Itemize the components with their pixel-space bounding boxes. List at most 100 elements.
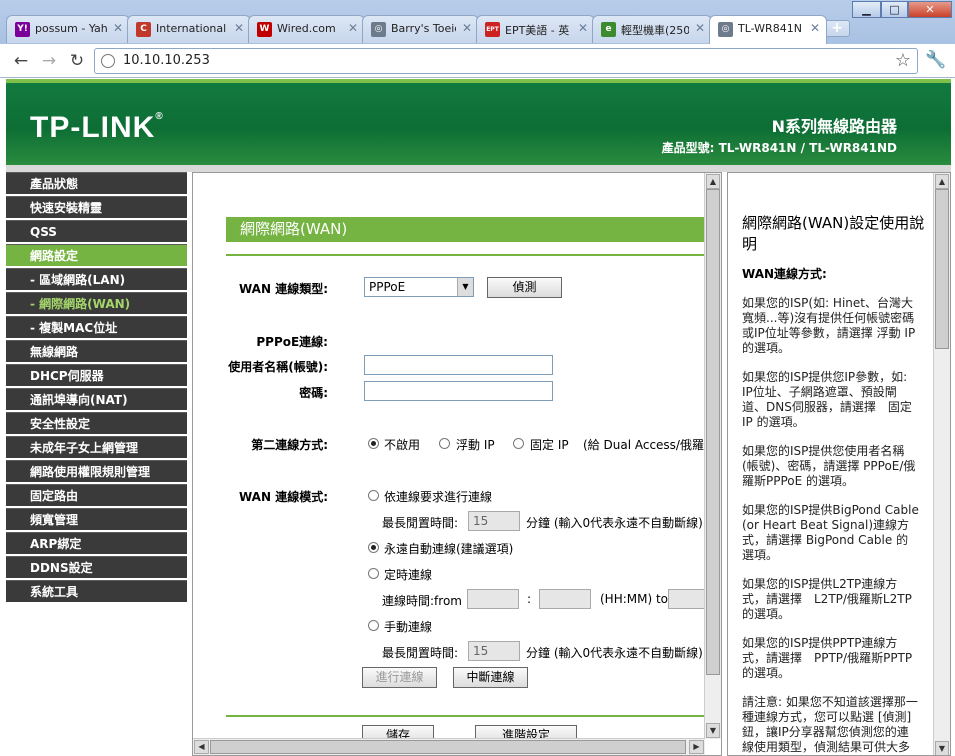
help-paragraph: 請注意: 如果您不知道該選擇那一種連線方式，您可以點選 [偵測] 鈕，讓IP分享…: [742, 695, 918, 754]
back-arrow-icon[interactable]: ←: [10, 50, 32, 72]
help-paragraph: 如果您的ISP(如: Hinet、台灣大寬頻...等)沒有提供任何帳號密碼或IP…: [742, 296, 916, 355]
chevron-down-icon: ▼: [457, 278, 473, 296]
close-tab-icon[interactable]: ✕: [234, 21, 244, 35]
secondary-dynamic-radio[interactable]: [439, 438, 450, 449]
sidebar-item[interactable]: 產品狀態: [6, 172, 187, 194]
sidebar-item[interactable]: 快速安裝精靈: [6, 196, 187, 218]
sidebar-item[interactable]: 通訊埠導向(NAT): [6, 388, 187, 410]
browser-tab[interactable]: Y! possum - Yaho ✕: [6, 15, 130, 43]
tab-title: International N: [156, 22, 228, 35]
bookmark-star-icon[interactable]: ☆: [895, 50, 911, 71]
max-idle-label: 最長閒置時間:: [382, 516, 459, 530]
scroll-left-icon[interactable]: ◀: [194, 740, 209, 754]
close-window-button[interactable]: ✕: [908, 1, 952, 18]
tab-title: EPT美語 - 英: [505, 24, 570, 37]
max-idle-field-on-demand[interactable]: 15: [468, 511, 520, 531]
help-scroll-up-icon[interactable]: ▲: [935, 174, 949, 189]
header-banner: TP-LINK® N系列無線路由器 產品型號: TL-WR841N / TL-W…: [6, 79, 951, 165]
address-bar[interactable]: 10.10.10.253 ☆: [94, 48, 918, 74]
tab-title: 輕型機車(250: [621, 24, 689, 37]
content-horizontal-scrollbar[interactable]: ◀ ▶: [193, 738, 705, 755]
sidebar-item[interactable]: 安全性設定: [6, 412, 187, 434]
save-button[interactable]: 儲存: [362, 725, 434, 739]
close-tab-icon[interactable]: ✕: [810, 21, 820, 35]
sidebar-item[interactable]: ARP綁定: [6, 532, 187, 554]
sidebar-item[interactable]: - 區域網路(LAN): [6, 268, 187, 290]
detect-button[interactable]: 偵測: [487, 277, 562, 298]
sidebar-item[interactable]: 固定路由: [6, 484, 187, 506]
sidebar-item[interactable]: - 複製MAC位址: [6, 316, 187, 338]
new-tab-button[interactable]: +: [824, 20, 850, 37]
mode-manual-label: 手動連線: [384, 620, 433, 634]
maximize-button[interactable]: □: [881, 1, 908, 18]
mode-on-demand-radio[interactable]: [368, 490, 379, 501]
wan-type-select[interactable]: PPPoE ▼: [364, 277, 474, 297]
scroll-up-icon[interactable]: ▲: [706, 174, 720, 189]
wrench-icon[interactable]: 🔧: [925, 50, 946, 70]
password-field[interactable]: [364, 381, 553, 401]
secondary-static-radio[interactable]: [513, 438, 524, 449]
help-paragraph: 如果您的ISP提供L2TP連線方式，請選擇 L2TP/俄羅斯L2TP 的選項。: [742, 577, 912, 621]
sidebar-item[interactable]: DDNS設定: [6, 556, 187, 578]
content-vertical-scrollbar[interactable]: ▲ ▼: [704, 173, 721, 739]
sidebar-item[interactable]: 無線網路: [6, 340, 187, 362]
minimize-button[interactable]: ▁: [852, 1, 881, 18]
mode-manual-radio[interactable]: [368, 620, 379, 631]
period-from-minute-field[interactable]: [539, 589, 591, 609]
scroll-down-icon[interactable]: ▼: [706, 723, 720, 738]
sidebar-item[interactable]: - 網際網路(WAN): [6, 292, 187, 314]
username-field[interactable]: [364, 355, 553, 375]
sidebar-item[interactable]: 頻寬管理: [6, 508, 187, 530]
password-label: 密碼:: [299, 386, 328, 400]
globe-icon: ◎: [371, 22, 386, 37]
period-to-hour-field[interactable]: [668, 589, 705, 609]
disconnect-button[interactable]: 中斷連線: [453, 667, 528, 688]
scroll-right-icon[interactable]: ▶: [689, 740, 704, 754]
close-tab-icon[interactable]: ✕: [462, 21, 472, 35]
forward-arrow-icon[interactable]: →: [38, 50, 60, 72]
browser-tab[interactable]: ◎ Barry's Toeic T ✕: [362, 15, 479, 43]
sidebar-item[interactable]: DHCP伺服器: [6, 364, 187, 386]
period-from-hour-field[interactable]: [467, 589, 519, 609]
divider-bottom: [226, 715, 705, 717]
sidebar-item[interactable]: 未成年子女上網管理: [6, 436, 187, 458]
browser-tab[interactable]: e 輕型機車(250 ✕: [592, 15, 712, 43]
tab-title: Wired.com: [277, 22, 336, 35]
help-vertical-scrollbar[interactable]: ▲ ▼: [933, 173, 950, 755]
help-subtitle: WAN連線方式:: [742, 267, 827, 281]
close-tab-icon[interactable]: ✕: [578, 21, 588, 35]
advanced-settings-button[interactable]: 進階設定: [475, 725, 577, 739]
connect-button[interactable]: 進行連線: [362, 667, 437, 688]
reload-icon[interactable]: ↻: [66, 50, 88, 72]
secondary-disable-radio[interactable]: [368, 438, 379, 449]
address-url[interactable]: 10.10.10.253: [123, 53, 210, 68]
browser-tab[interactable]: W Wired.com ✕: [248, 15, 365, 43]
max-idle-field-manual[interactable]: 15: [468, 641, 520, 661]
help-scroll-down-icon[interactable]: ▼: [935, 741, 949, 755]
sidebar-item[interactable]: 系統工具: [6, 580, 187, 602]
tab-title: TL-WR841N: [738, 22, 802, 35]
browser-tab[interactable]: C International N ✕: [127, 15, 251, 43]
browser-tab[interactable]: EPT EPT美語 - 英 ✕: [476, 15, 595, 43]
sidebar-item[interactable]: 網路使用權限規則管理: [6, 460, 187, 482]
green-icon: e: [601, 22, 616, 37]
divider: [226, 254, 705, 256]
help-scroll-thumb[interactable]: [935, 189, 949, 349]
browser-tab[interactable]: ◎ TL-WR841N ✕: [709, 15, 827, 44]
scroll-thumb[interactable]: [706, 189, 720, 675]
close-tab-icon[interactable]: ✕: [695, 21, 705, 35]
tp-link-logo: TP-LINK®: [30, 111, 164, 144]
ept-icon: EPT: [485, 22, 500, 37]
mode-auto-radio[interactable]: [368, 542, 379, 553]
h-scroll-thumb[interactable]: [210, 740, 686, 754]
sidebar-item[interactable]: QSS: [6, 220, 187, 242]
mode-timed-radio[interactable]: [368, 568, 379, 579]
close-tab-icon[interactable]: ✕: [113, 21, 123, 35]
help-paragraph: 如果您的ISP提供您IP參數，如: IP位址、子網路遮罩、預設閘道、DNS伺服器…: [742, 370, 912, 429]
pppoe-label: PPPoE連線:: [256, 335, 328, 349]
close-tab-icon[interactable]: ✕: [348, 21, 358, 35]
sidebar-item[interactable]: 網路設定: [6, 244, 187, 266]
time-colon: :: [527, 592, 532, 606]
help-paragraph: 如果您的ISP提供您使用者名稱(帳號)、密碼，請選擇 PPPoE/俄羅斯PPPo…: [742, 444, 916, 488]
secondary-static-label: 固定 IP: [530, 438, 569, 452]
